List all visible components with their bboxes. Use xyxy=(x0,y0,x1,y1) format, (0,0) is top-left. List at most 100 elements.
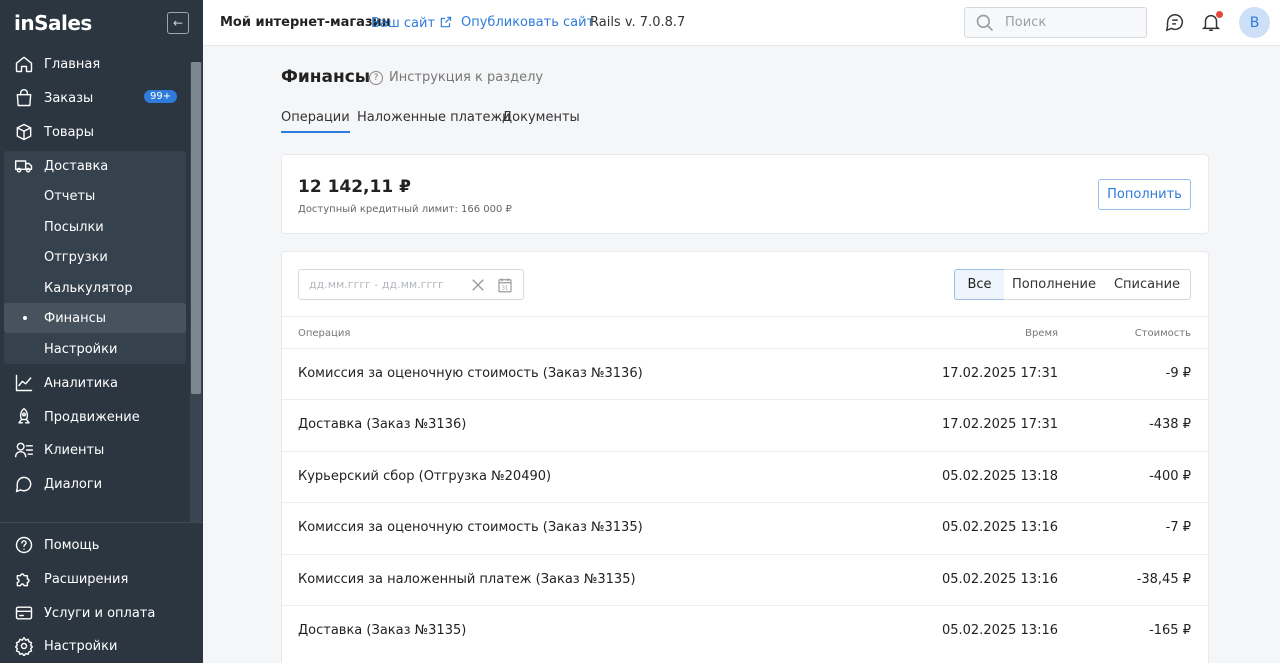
chat-icon[interactable] xyxy=(1164,11,1188,35)
gear-icon xyxy=(14,636,34,656)
sidebar-item-settings[interactable]: Настройки xyxy=(0,631,188,661)
collapse-left-icon[interactable]: ← xyxy=(167,12,189,34)
sidebar-divider xyxy=(0,522,203,523)
filter-all-button[interactable]: Все xyxy=(954,269,1005,300)
cost-cell: -165 ₽ xyxy=(1149,623,1191,638)
sidebar-item-dialogs[interactable]: Диалоги xyxy=(0,469,188,499)
question-icon: ? xyxy=(369,70,383,85)
sidebar-item-billing[interactable]: Услуги и оплата xyxy=(0,598,188,628)
rocket-icon xyxy=(14,407,34,427)
tab-cod-payments[interactable]: Наложенные платежи xyxy=(357,110,511,131)
table-row: Доставка (Заказ №3136) 17.02.2025 17:31 … xyxy=(282,399,1208,451)
search-box[interactable] xyxy=(964,7,1147,38)
operation-cell: Комиссия за оценочную стоимость (Заказ №… xyxy=(298,366,643,381)
sidebar-item-label: Помощь xyxy=(44,537,100,553)
search-input[interactable] xyxy=(1005,15,1135,30)
external-link-icon xyxy=(440,16,452,28)
sidebar-scroll-thumb[interactable] xyxy=(191,62,201,394)
tab-operations[interactable]: Операции xyxy=(281,110,350,133)
column-header-operation: Операция xyxy=(298,328,351,339)
operation-cell: Комиссия за наложенный платеж (Заказ №31… xyxy=(298,572,636,587)
cost-cell: -438 ₽ xyxy=(1149,417,1191,432)
date-range-input[interactable] xyxy=(309,278,464,291)
publish-site-link[interactable]: Опубликовать сайт xyxy=(461,15,594,30)
sidebar-item-analytics[interactable]: Аналитика xyxy=(0,368,188,398)
tab-documents[interactable]: Документы xyxy=(502,110,580,131)
sidebar-item-label: Заказы xyxy=(44,90,94,106)
sidebar-item-delivery[interactable]: Доставка xyxy=(0,151,188,181)
search-icon xyxy=(976,14,994,31)
calendar-icon[interactable]: 31 xyxy=(496,275,514,295)
sidebar-item-extensions[interactable]: Расширения xyxy=(0,564,188,594)
filter-topup-button[interactable]: Пополнение xyxy=(1004,269,1105,300)
clear-icon[interactable] xyxy=(469,276,487,294)
submenu-label: Калькулятор xyxy=(44,280,133,296)
page-title: Финансы xyxy=(281,67,371,87)
avatar[interactable]: B xyxy=(1239,7,1270,38)
bag-icon xyxy=(14,88,34,108)
operation-cell: Курьерский сбор (Отгрузка №20490) xyxy=(298,469,552,484)
time-cell: 05.02.2025 13:18 xyxy=(941,469,1058,484)
credit-limit: Доступный кредитный лимит: 166 000 ₽ xyxy=(298,204,512,215)
column-header-cost: Стоимость xyxy=(1134,328,1191,339)
sidebar-item-label: Продвижение xyxy=(44,409,140,425)
sidebar-item-label: Клиенты xyxy=(44,442,105,458)
sidebar-item-label: Расширения xyxy=(44,571,129,587)
submenu-item-shipments[interactable]: Отгрузки xyxy=(4,242,186,272)
home-icon xyxy=(14,54,34,74)
sidebar-item-clients[interactable]: Клиенты xyxy=(0,435,188,465)
table-row: Курьерский сбор (Отгрузка №20490) 05.02.… xyxy=(282,451,1208,503)
table-row: Комиссия за наложенный платеж (Заказ №31… xyxy=(282,554,1208,606)
submenu-label: Отгрузки xyxy=(44,249,108,265)
chat-icon xyxy=(14,474,34,494)
sidebar-item-label: Услуги и оплата xyxy=(44,605,156,621)
section-help-link[interactable]: ? Инструкция к разделу xyxy=(369,70,543,85)
sidebar-item-promotion[interactable]: Продвижение xyxy=(0,402,188,432)
cost-cell: -400 ₽ xyxy=(1149,469,1191,484)
date-range-picker[interactable]: 31 xyxy=(298,269,524,300)
operation-cell: Комиссия за оценочную стоимость (Заказ №… xyxy=(298,520,643,535)
sidebar-item-products[interactable]: Товары xyxy=(0,117,188,147)
filter-writeoff-button[interactable]: Списание xyxy=(1104,269,1191,300)
sidebar-item-label: Доставка xyxy=(44,158,109,174)
balance-amount: 12 142,11 ₽ xyxy=(298,177,411,197)
sidebar-item-label: Диалоги xyxy=(44,476,103,492)
cost-cell: -38,45 ₽ xyxy=(1136,572,1191,587)
store-name[interactable]: Мой интернет-магазин xyxy=(220,15,391,30)
table-row: Комиссия за оценочную стоимость (Заказ №… xyxy=(282,502,1208,554)
bell-icon[interactable] xyxy=(1200,11,1224,35)
sidebar-item-home[interactable]: Главная xyxy=(0,49,188,79)
submenu-item-parcels[interactable]: Посылки xyxy=(4,212,186,242)
sidebar-item-orders[interactable]: Заказы 99+ xyxy=(0,83,188,113)
time-cell: 05.02.2025 13:16 xyxy=(941,520,1058,535)
rails-version: Rails v. 7.0.8.7 xyxy=(590,15,686,30)
time-cell: 17.02.2025 17:31 xyxy=(941,417,1058,432)
submenu-item-settings[interactable]: Настройки xyxy=(4,334,186,364)
header-divider xyxy=(282,316,1208,317)
table-row: Комиссия за оценочную стоимость (Заказ №… xyxy=(282,348,1208,400)
cost-cell: -9 ₽ xyxy=(1165,366,1191,381)
sidebar-item-help[interactable]: Помощь xyxy=(0,530,188,560)
time-cell: 05.02.2025 13:16 xyxy=(941,623,1058,638)
submenu-item-reports[interactable]: Отчеты xyxy=(4,181,186,211)
svg-text:31: 31 xyxy=(502,286,509,292)
submenu-label: Настройки xyxy=(44,341,118,357)
help-label: Инструкция к разделу xyxy=(389,70,544,85)
chart-icon xyxy=(14,373,34,393)
submenu-label: Отчеты xyxy=(44,188,96,204)
cost-cell: -7 ₽ xyxy=(1165,520,1191,535)
your-site-label: Ваш сайт xyxy=(371,16,436,31)
submenu-label: Финансы xyxy=(44,310,107,326)
sidebar-item-label: Настройки xyxy=(44,638,118,654)
submenu-item-calculator[interactable]: Калькулятор xyxy=(4,273,186,303)
topup-button[interactable]: Пополнить xyxy=(1098,179,1191,210)
column-header-time: Время xyxy=(1025,328,1058,339)
sidebar-header: inSales ← xyxy=(0,0,203,46)
puzzle-icon xyxy=(14,569,34,589)
submenu-item-finances[interactable]: Финансы xyxy=(4,303,186,333)
help-icon xyxy=(14,535,34,555)
box-icon xyxy=(14,122,34,142)
users-icon xyxy=(14,440,34,460)
operations-card: 31 Все Пополнение Списание Операция Врем… xyxy=(281,251,1209,663)
your-site-link[interactable]: Ваш сайт xyxy=(371,15,453,31)
